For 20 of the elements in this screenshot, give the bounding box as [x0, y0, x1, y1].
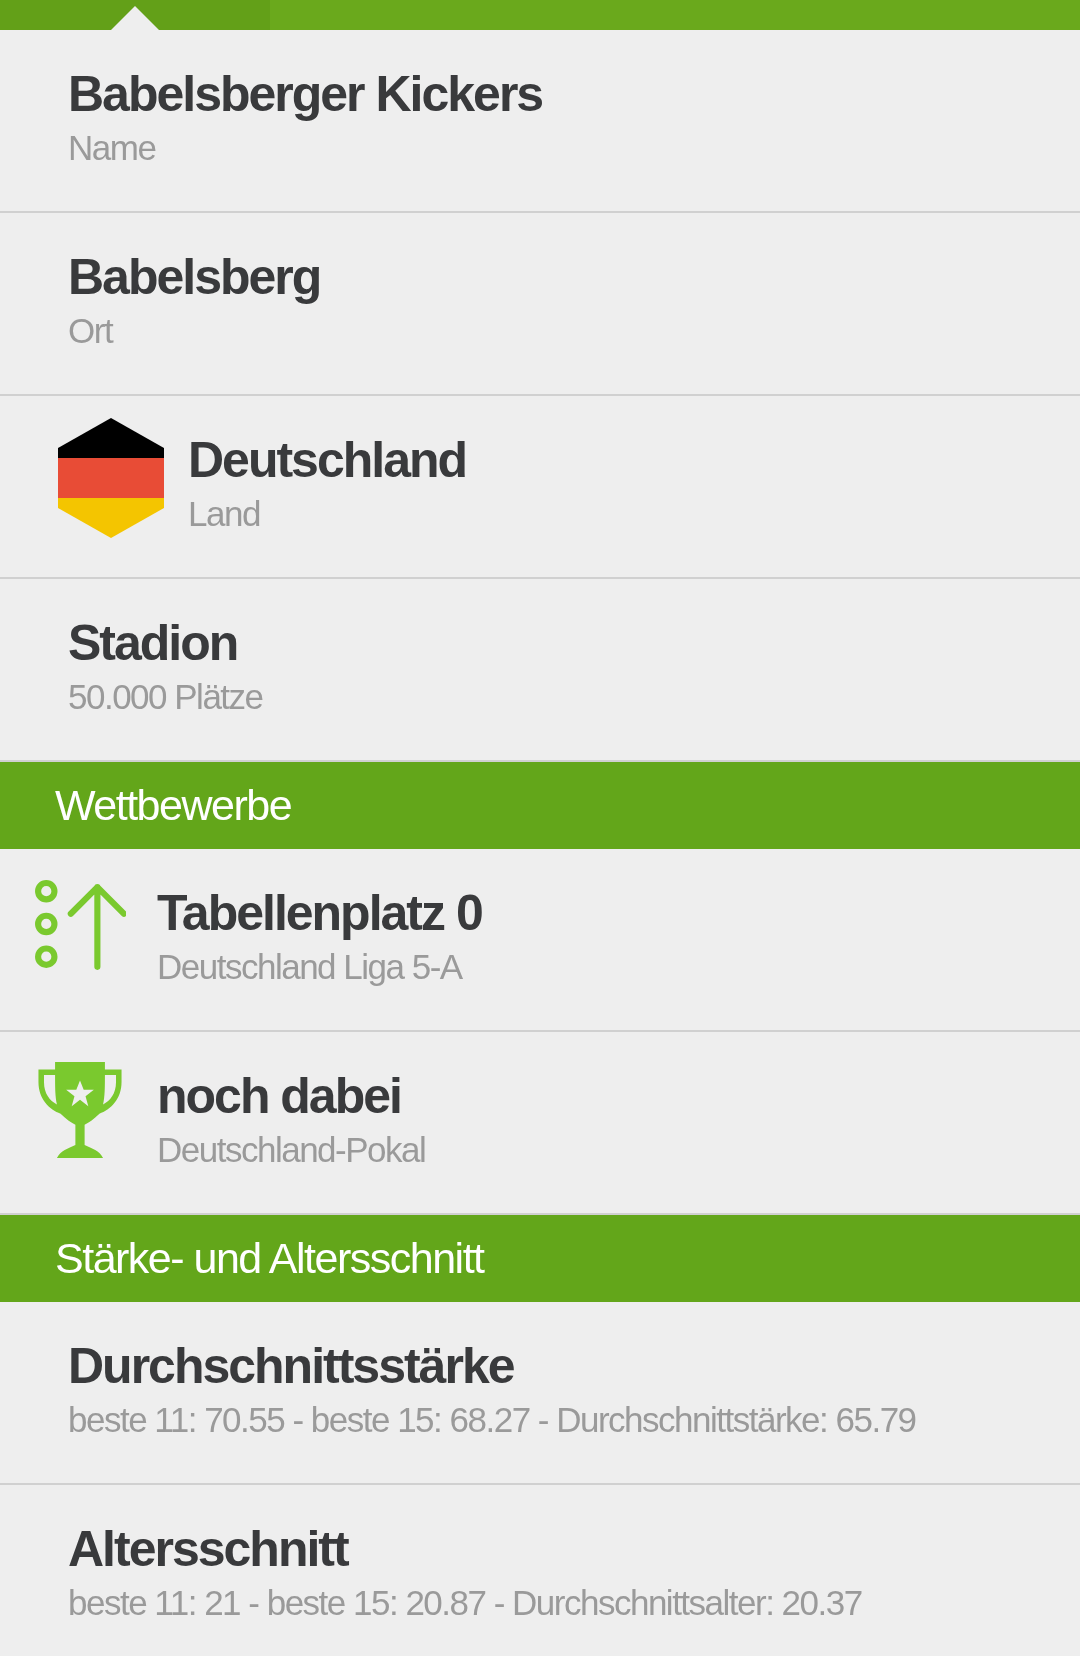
item-subtitle: Name — [68, 126, 157, 169]
item-subtitle: Land — [188, 492, 261, 535]
section-header: Wettbewerbe — [0, 762, 1080, 849]
item-subtitle: Ort — [68, 309, 114, 352]
item-subtitle: beste 11: 21 - beste 15: 20.87 - Durchschnittsalter: 20.37 — [68, 1581, 862, 1624]
item-title: Babelsberg — [68, 247, 321, 307]
item-subtitle: Deutschland Liga 5-A — [157, 945, 464, 988]
selected-tab[interactable] — [0, 0, 270, 30]
item-title: Tabellenplatz 0 — [157, 883, 482, 943]
section-header: Stärke- und Altersschnitt — [0, 1215, 1080, 1302]
item-title: Durchschnittsstärke — [68, 1336, 515, 1396]
item-title: Deutschland — [188, 430, 467, 490]
flag-icon — [58, 418, 164, 538]
item-title: Altersschnitt — [68, 1519, 350, 1579]
item-subtitle: beste 11: 70.55 - beste 15: 68.27 - Durchschnittstärke: 65.79 — [68, 1398, 916, 1441]
item-title: Stadion — [68, 613, 239, 673]
item-subtitle: 50.000 Plätze — [68, 675, 263, 718]
item-title: noch dabei — [157, 1066, 402, 1126]
item-title: Babelsberger Kickers — [68, 64, 543, 124]
item-subtitle: Deutschland-Pokal — [157, 1128, 426, 1171]
